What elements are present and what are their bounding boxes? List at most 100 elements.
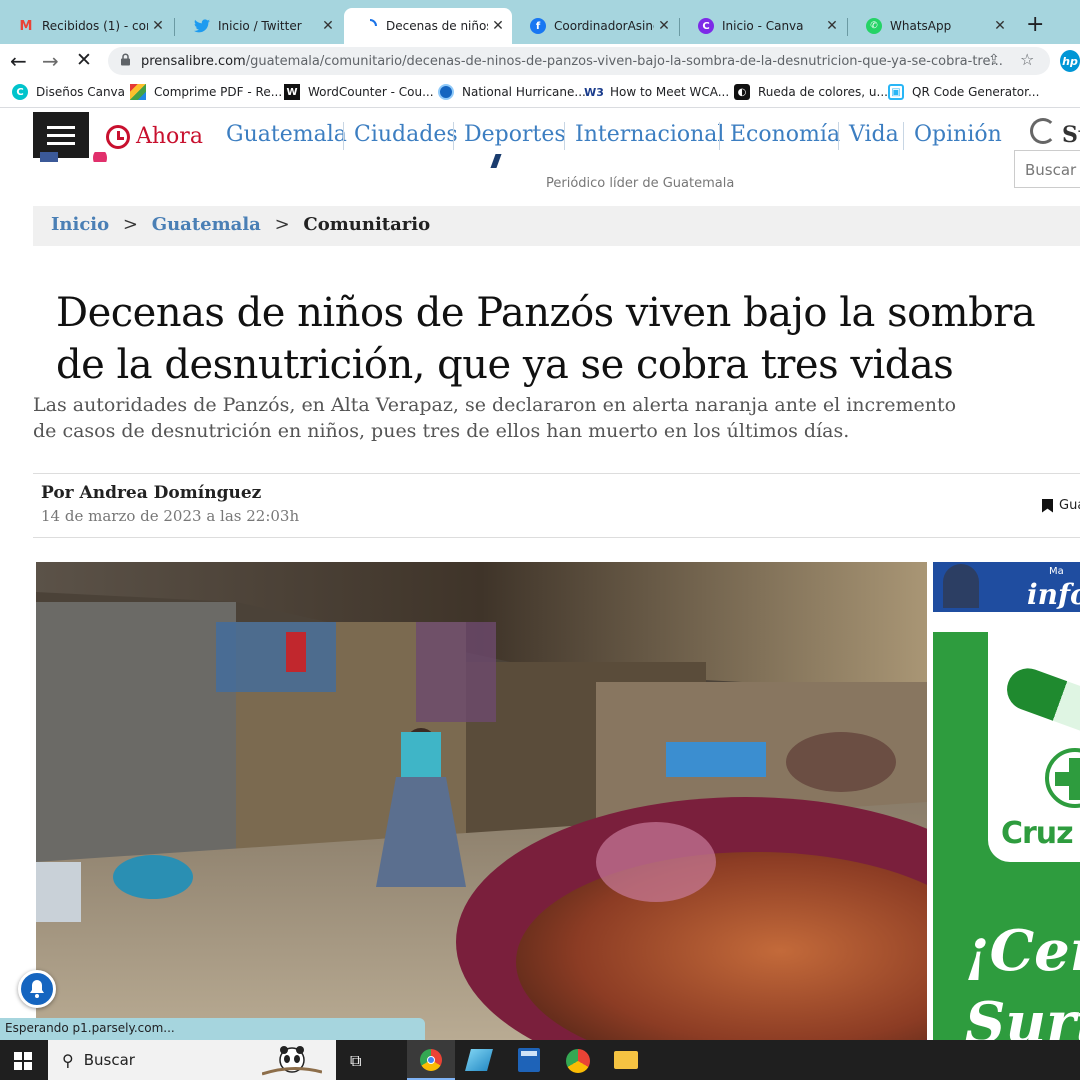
bookmark-item[interactable]: W WordCounter - Cou... bbox=[284, 84, 434, 100]
nav-guatemala[interactable]: Guatemala bbox=[226, 122, 347, 147]
tab-title: WhatsApp bbox=[890, 19, 952, 33]
search-icon: ⚲ bbox=[62, 1050, 74, 1070]
ad-brand: Cruz V bbox=[1001, 816, 1080, 851]
nav-divider bbox=[903, 122, 904, 150]
canva-icon: C bbox=[698, 18, 714, 34]
notification-bell-button[interactable] bbox=[18, 970, 56, 1008]
ad-slogan: ¡Cer bbox=[965, 918, 1080, 984]
ad-banner-top[interactable]: Ma info bbox=[933, 562, 1080, 612]
windows-start-icon[interactable] bbox=[14, 1052, 32, 1070]
color-wheel-icon: ◐ bbox=[734, 84, 750, 100]
divider bbox=[33, 473, 1080, 474]
nav-internacional[interactable]: Internacional bbox=[575, 122, 724, 147]
bookmark-label: WordCounter - Cou... bbox=[308, 85, 434, 99]
article-date: 14 de marzo de 2023 a las 22:03h bbox=[41, 507, 300, 525]
url-path: /guatemala/comunitario/decenas-de-ninos-… bbox=[245, 53, 1003, 69]
tab-canva[interactable]: C Inicio - Canva ✕ bbox=[680, 8, 846, 44]
wordcounter-icon: W bbox=[284, 84, 300, 100]
nav-ciudades[interactable]: Ciudades bbox=[354, 122, 458, 147]
browser-toolbar: ← → ✕ prensalibre.com/guatemala/comunita… bbox=[0, 44, 1080, 78]
tab-whatsapp[interactable]: ✆ WhatsApp ✕ bbox=[848, 8, 1014, 44]
breadcrumb-section-link[interactable]: Guatemala bbox=[152, 214, 261, 235]
social-icons-partial bbox=[40, 152, 135, 162]
star-icon[interactable]: ☆ bbox=[1020, 50, 1034, 69]
task-view-icon[interactable]: ⧉ bbox=[350, 1051, 361, 1071]
ad-banner-pharmacy[interactable]: Cruz V ¡Cer Surt bbox=[933, 632, 1080, 1040]
bell-icon bbox=[30, 980, 44, 998]
tab-title: CoordinadorAsinde bbox=[554, 19, 654, 33]
bookmark-label: Comprime PDF - Re... bbox=[154, 85, 283, 99]
tab-title: Inicio / Twitter bbox=[218, 19, 302, 33]
breadcrumb-separator: > bbox=[274, 214, 290, 235]
back-button[interactable]: ← bbox=[10, 49, 27, 73]
taskbar-search-label: Buscar bbox=[83, 1051, 135, 1069]
close-icon[interactable]: ✕ bbox=[654, 18, 674, 34]
nav-partial-item[interactable]: St bbox=[1062, 122, 1080, 148]
bookmark-item[interactable]: ▣ QR Code Generator... bbox=[888, 84, 1039, 100]
stop-loading-button[interactable]: ✕ bbox=[76, 49, 92, 71]
tab-gmail[interactable]: M Recibidos (1) - com ✕ bbox=[0, 8, 172, 44]
save-article-button[interactable]: Gua bbox=[1042, 498, 1080, 513]
tab-title: Recibidos (1) - com bbox=[42, 19, 148, 33]
presenter-image bbox=[943, 564, 979, 608]
article-dek: Las autoridades de Panzós, en Alta Verap… bbox=[33, 394, 957, 442]
close-icon[interactable]: ✕ bbox=[148, 18, 168, 34]
hp-extension-icon[interactable]: hp bbox=[1060, 50, 1080, 72]
ahora-link[interactable]: Ahora bbox=[106, 124, 203, 149]
nav-vida[interactable]: Vida bbox=[849, 122, 899, 147]
address-bar[interactable]: prensalibre.com/guatemala/comunitario/de… bbox=[108, 47, 1050, 75]
new-tab-button[interactable]: + bbox=[1026, 12, 1044, 37]
save-label: Gua bbox=[1059, 498, 1080, 513]
bookmark-item[interactable]: National Hurricane... bbox=[438, 84, 586, 100]
breadcrumb: Inicio > Guatemala > Comunitario bbox=[33, 206, 1080, 246]
bookmark-label: Diseños Canva bbox=[36, 85, 126, 99]
bookmark-item[interactable]: C Diseños Canva bbox=[12, 84, 125, 100]
app-icon[interactable] bbox=[465, 1049, 493, 1071]
twitter-icon bbox=[194, 18, 210, 34]
breadcrumb-separator: > bbox=[122, 214, 138, 235]
ad-text: info bbox=[1027, 578, 1080, 611]
tab-twitter[interactable]: Inicio / Twitter ✕ bbox=[176, 8, 342, 44]
bookmark-label: Rueda de colores, u... bbox=[758, 85, 888, 99]
file-explorer-icon[interactable] bbox=[614, 1051, 638, 1069]
bookmark-item[interactable]: Comprime PDF - Re... bbox=[130, 84, 282, 100]
gmail-icon: M bbox=[19, 18, 33, 34]
nav-opinion[interactable]: Opinión bbox=[914, 122, 1002, 147]
chrome-profile-icon[interactable] bbox=[566, 1049, 590, 1073]
nav-economia[interactable]: Economía bbox=[730, 122, 840, 147]
loading-spinner-icon bbox=[1030, 118, 1056, 144]
qr-icon: ▣ bbox=[888, 84, 904, 100]
panda-doodle-icon bbox=[261, 1042, 323, 1080]
nav-deportes[interactable]: Deportes bbox=[464, 122, 566, 147]
tab-active-article[interactable]: Decenas de niños d ✕ bbox=[344, 8, 512, 44]
close-icon[interactable]: ✕ bbox=[488, 18, 508, 34]
share-icon[interactable]: ⇪ bbox=[988, 52, 1000, 68]
canva-icon: C bbox=[12, 84, 28, 100]
tab-title: Inicio - Canva bbox=[722, 19, 804, 33]
forward-button[interactable]: → bbox=[42, 49, 59, 73]
article-photo bbox=[36, 562, 927, 1040]
nav-divider bbox=[343, 122, 344, 150]
close-icon[interactable]: ✕ bbox=[318, 18, 338, 34]
calculator-icon[interactable] bbox=[518, 1048, 540, 1072]
site-search-input[interactable]: Buscar bbox=[1014, 150, 1080, 188]
breadcrumb-home-link[interactable]: Inicio bbox=[51, 214, 109, 235]
tab-divider bbox=[174, 18, 175, 36]
breadcrumb-current: Comunitario bbox=[303, 214, 431, 235]
nav-divider bbox=[564, 122, 565, 150]
loading-icon bbox=[362, 18, 378, 34]
whatsapp-icon: ✆ bbox=[866, 18, 882, 34]
close-icon[interactable]: ✕ bbox=[990, 18, 1010, 34]
article-author[interactable]: Por Andrea Domínguez bbox=[41, 483, 261, 503]
nav-divider bbox=[838, 122, 839, 150]
taskbar-chrome[interactable] bbox=[407, 1040, 455, 1080]
bookmark-item[interactable]: W3 How to Meet WCA... bbox=[584, 84, 729, 100]
tab-facebook[interactable]: f CoordinadorAsinde ✕ bbox=[512, 8, 678, 44]
lock-icon bbox=[120, 52, 131, 70]
bookmark-item[interactable]: ◐ Rueda de colores, u... bbox=[734, 84, 888, 100]
taskbar-search-box[interactable]: ⚲ Buscar bbox=[48, 1040, 336, 1080]
close-icon[interactable]: ✕ bbox=[822, 18, 842, 34]
facebook-icon: f bbox=[530, 18, 546, 34]
photo-illustration bbox=[36, 562, 927, 1040]
divider bbox=[33, 537, 1080, 538]
